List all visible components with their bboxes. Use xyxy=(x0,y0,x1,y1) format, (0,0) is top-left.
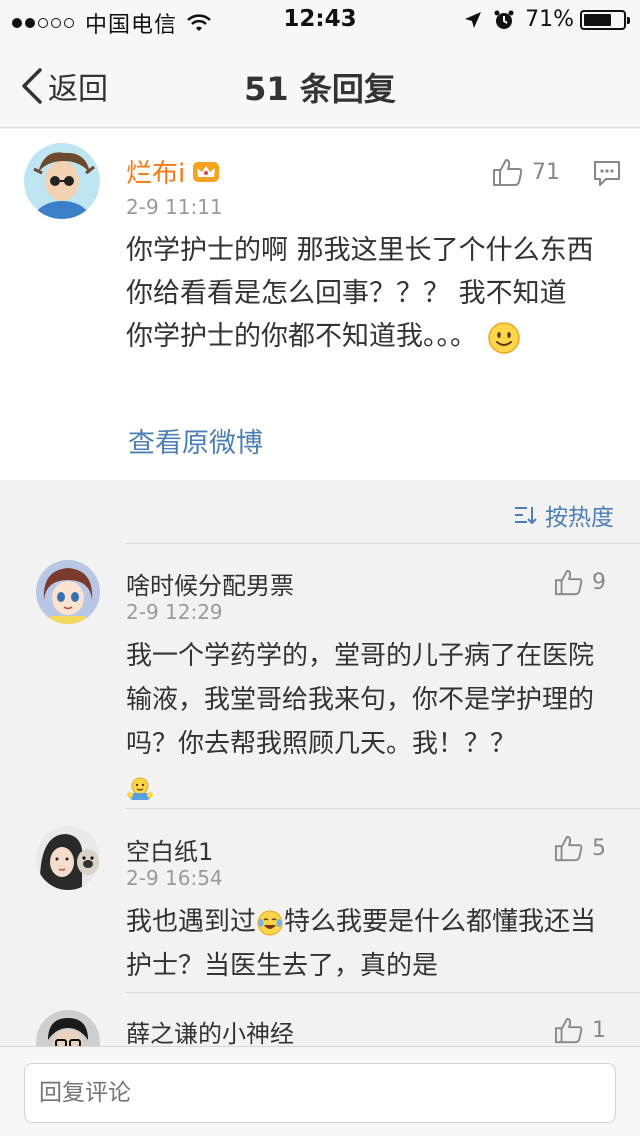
like-button[interactable]: 9 xyxy=(554,568,606,596)
reply-comment-input[interactable] xyxy=(24,1063,616,1123)
reply-text: 我也遇到过 特么我要是什么都懂我还当护士？当医生去了，真的是 xyxy=(126,900,616,988)
sort-row: 按热度 xyxy=(0,480,640,544)
username[interactable]: 烂布i xyxy=(126,153,221,190)
post-time: 2-9 11:11 xyxy=(126,195,223,219)
reply-input-bar xyxy=(0,1046,640,1136)
comment-icon[interactable] xyxy=(592,159,622,187)
avatar[interactable] xyxy=(24,143,100,219)
like-count: 5 xyxy=(592,835,606,861)
avatar-image xyxy=(36,560,100,624)
nav-bar: 返回 51 条回复 xyxy=(0,40,640,128)
sort-by-hot-button[interactable]: 按热度 xyxy=(513,498,614,532)
thumbs-up-icon xyxy=(493,159,523,186)
post-text: 你学护士的啊 那我这里长了个什么东西你给看看是怎么回事？？？ 我不知道 你学护士… xyxy=(126,229,616,358)
like-button[interactable]: 1 xyxy=(554,1016,606,1044)
location-arrow-icon xyxy=(465,11,482,28)
reply-item: 薛之谦的小神经 1 xyxy=(0,994,640,1046)
alarm-clock-icon xyxy=(494,10,514,29)
reply-time: 2-9 12:29 xyxy=(126,600,223,624)
like-count: 1 xyxy=(592,1017,606,1043)
like-button[interactable]: 71 xyxy=(492,157,560,187)
sort-label: 按热度 xyxy=(545,505,614,531)
status-right: 71% xyxy=(463,7,630,32)
like-button[interactable]: 5 xyxy=(554,834,606,862)
reply-username[interactable]: 空白纸1 xyxy=(126,832,213,867)
avatar-image xyxy=(36,826,100,890)
reply-item: 空白纸1 2-9 16:54 5 我也遇到过 特么我要是什么都懂我还当护士？当医… xyxy=(0,810,640,993)
reply-username[interactable]: 薛之谦的小神经 xyxy=(126,1014,294,1046)
page-title: 51 条回复 xyxy=(244,70,396,108)
reply-username[interactable]: 啥时候分配男票 xyxy=(126,566,294,601)
original-comment: 烂布i 2-9 11:11 71 你学护士的啊 那我这里长了个什么东西你给看看是… xyxy=(0,129,640,480)
avatar[interactable] xyxy=(36,1010,100,1046)
sort-icon xyxy=(515,507,537,525)
avatar[interactable] xyxy=(36,826,100,890)
laughing-tears-emoji-icon xyxy=(257,910,283,935)
post-text-content: 你学护士的啊 那我这里长了个什么东西你给看看是怎么回事？？？ 我不知道 你学护士… xyxy=(126,235,594,352)
divider xyxy=(126,808,640,809)
view-original-link[interactable]: 查看原微博 xyxy=(128,421,263,460)
reply-text-before: 我也遇到过 xyxy=(126,907,257,937)
shrug-emoji-icon xyxy=(127,777,153,800)
reply-text-content: 我一个学药学的，堂哥的儿子病了在医院输液，我堂哥给我来句，你不是学护理的吗？你去… xyxy=(126,641,595,759)
divider xyxy=(126,992,640,993)
thumbs-up-icon xyxy=(555,835,583,862)
reply-time: 2-9 16:54 xyxy=(126,866,223,890)
battery-level xyxy=(584,13,611,26)
reply-text: 我一个学药学的，堂哥的儿子病了在医院输液，我堂哥给我来句，你不是学护理的吗？你去… xyxy=(126,634,616,810)
vip-crown-icon xyxy=(193,161,220,182)
battery-icon xyxy=(580,9,630,30)
avatar-image xyxy=(24,143,100,219)
like-count: 9 xyxy=(592,569,606,595)
status-bar: 中国电信 12:43 71% xyxy=(0,0,640,40)
avatar[interactable] xyxy=(36,560,100,624)
avatar-image xyxy=(36,1010,100,1046)
smile-emoji-icon xyxy=(488,321,520,354)
thumbs-up-icon xyxy=(555,569,583,596)
thumbs-up-icon xyxy=(555,1017,583,1044)
battery-percent: 71% xyxy=(525,7,574,32)
like-count: 71 xyxy=(532,159,560,185)
reply-item: 啥时候分配男票 2-9 12:29 9 我一个学药学的，堂哥的儿子病了在医院输液… xyxy=(0,544,640,809)
username-text: 烂布i xyxy=(126,159,186,189)
